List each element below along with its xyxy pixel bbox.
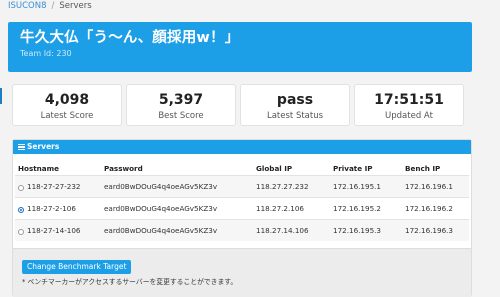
team-name: 牛久大仏「う〜ん、顔採用w！」 [20, 30, 240, 46]
global-ip-cell: 118.27.27.232 [256, 182, 309, 191]
side-indicator [0, 88, 2, 104]
servers-panel-footer: Change Benchmark Target * ベンチマーカーがアクセスする… [13, 248, 471, 297]
servers-panel: Servers Hostname Password Global IP Priv… [12, 139, 472, 297]
hostname-cell: 118-27-2-106 [15, 198, 103, 220]
stat-label: Best Score [158, 111, 204, 121]
column-header-global-ip: Global IP [256, 163, 293, 173]
password-cell: eard0BwDOuG4q4oeAGv5KZ3v [104, 204, 218, 213]
private-ip-cell: 172.16.195.2 [333, 204, 382, 213]
column-header-hostname: Hostname [18, 163, 59, 173]
table-row[interactable]: 118-27-14-106 eard0BwDOuG4q4oeAGv5KZ3v 1… [15, 219, 469, 242]
global-ip-cell: 118.27.2.106 [256, 204, 305, 213]
hostname: 118-27-27-232 [27, 182, 81, 191]
stat-value: pass [276, 92, 314, 108]
stat-value: 4,098 [44, 92, 90, 108]
team-header: 牛久大仏「う〜ん、顔採用w！」 Team Id: 230 [8, 22, 472, 72]
hostname: 118-27-14-106 [27, 226, 81, 235]
private-ip-cell: 172.16.195.1 [333, 182, 382, 191]
column-header-bench-ip: Bench IP [405, 163, 441, 173]
server-radio[interactable] [18, 185, 24, 191]
stat-value: 5,397 [158, 92, 204, 108]
stat-label: Latest Status [266, 111, 324, 121]
column-header-password: Password [104, 163, 143, 173]
table-row[interactable]: 118-27-2-106 eard0BwDOuG4q4oeAGv5KZ3v 11… [15, 197, 469, 220]
breadcrumb: ISUCON8 / Servers [0, 0, 500, 14]
bench-ip-cell: 172.16.196.1 [405, 182, 454, 191]
stat-card-updated-at: 17:51:51 Updated At [354, 84, 464, 126]
servers-table: Hostname Password Global IP Private IP B… [15, 161, 469, 241]
hostname-cell: 118-27-14-106 [15, 220, 103, 242]
bench-ip-cell: 172.16.196.2 [405, 204, 454, 213]
column-header-private-ip: Private IP [333, 163, 373, 173]
server-radio[interactable] [18, 207, 24, 213]
help-note: * ベンチマーカーがアクセスするサーバーを変更することができます。 [22, 278, 238, 286]
table-row[interactable]: 118-27-27-232 eard0BwDOuG4q4oeAGv5KZ3v 1… [15, 175, 469, 198]
password-cell: eard0BwDOuG4q4oeAGv5KZ3v [104, 182, 218, 191]
private-ip-cell: 172.16.195.3 [333, 226, 382, 235]
hostname: 118-27-2-106 [27, 204, 76, 213]
stat-value: 17:51:51 [374, 92, 444, 108]
hostname-cell: 118-27-27-232 [15, 176, 103, 198]
breadcrumb-separator: / [51, 1, 55, 11]
table-header-row: Hostname Password Global IP Private IP B… [15, 161, 469, 176]
team-id: Team Id: 230 [20, 49, 72, 58]
stat-card-best-score: 5,397 Best Score [126, 84, 236, 126]
bench-ip-cell: 172.16.196.3 [405, 226, 454, 235]
servers-panel-title: Servers [27, 142, 60, 151]
stat-card-latest-status: pass Latest Status [240, 84, 350, 126]
server-radio[interactable] [18, 229, 24, 235]
breadcrumb-current: Servers [59, 1, 92, 11]
change-benchmark-target-button[interactable]: Change Benchmark Target [22, 260, 132, 274]
global-ip-cell: 118.27.14.106 [256, 226, 309, 235]
list-icon [18, 144, 25, 150]
stat-label: Updated At [385, 111, 433, 121]
password-cell: eard0BwDOuG4q4oeAGv5KZ3v [104, 226, 218, 235]
servers-panel-header: Servers [13, 140, 471, 154]
stat-card-latest-score: 4,098 Latest Score [12, 84, 122, 126]
breadcrumb-home-link[interactable]: ISUCON8 [8, 1, 47, 11]
stat-label: Latest Score [40, 111, 94, 121]
stats-cards: 4,098 Latest Score 5,397 Best Score pass… [8, 84, 472, 126]
